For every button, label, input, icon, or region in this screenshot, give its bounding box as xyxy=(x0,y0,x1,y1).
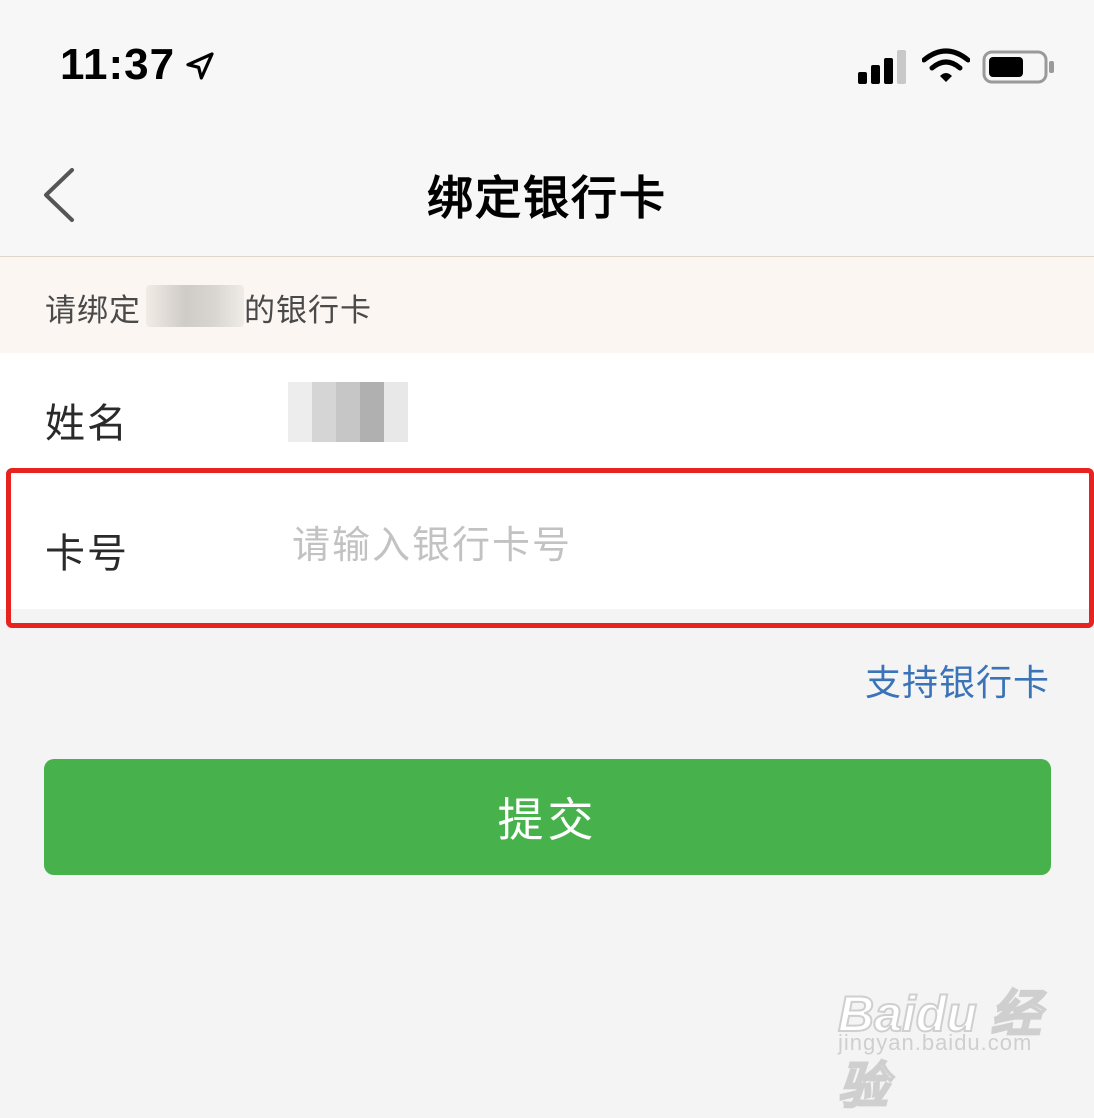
submit-button[interactable]: 提交 xyxy=(44,759,1051,875)
redacted-name-value xyxy=(288,382,408,442)
watermark-logo: Baidu 经验 xyxy=(837,985,1042,1115)
card-number-row: 卡号 xyxy=(0,479,1094,609)
location-arrow-icon xyxy=(186,52,214,80)
notice-prefix: 请绑定 xyxy=(45,293,141,329)
battery-icon xyxy=(982,50,1054,84)
navigation-bar: 绑定银行卡 xyxy=(0,130,1094,257)
signal-icon xyxy=(858,50,906,84)
supported-banks-link[interactable]: 支持银行卡 xyxy=(865,654,1050,706)
card-number-label: 卡号 xyxy=(45,531,129,577)
watermark-url: jingyan.baidu.com xyxy=(838,1030,1033,1055)
redacted-name-blur xyxy=(146,285,244,327)
notice-banner: 请绑定 的银行卡 xyxy=(0,257,1094,353)
wifi-icon xyxy=(922,48,970,82)
card-number-input[interactable] xyxy=(292,517,1052,573)
notice-suffix: 的银行卡 xyxy=(244,293,372,329)
name-label: 姓名 xyxy=(45,401,129,447)
page-title: 绑定银行卡 xyxy=(427,171,667,225)
baidu-watermark: Baidu 经验 jingyan.baidu.com xyxy=(837,960,1048,1115)
status-bar: 11:37 xyxy=(0,0,1094,130)
status-time: 11:37 xyxy=(60,40,176,89)
name-row: 姓名 xyxy=(0,353,1094,480)
